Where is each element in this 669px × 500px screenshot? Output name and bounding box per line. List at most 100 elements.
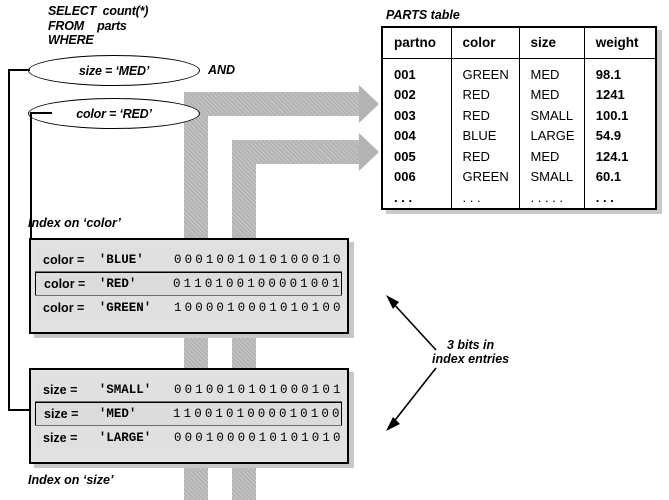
bit: 0 [290,431,299,445]
bit: 0 [184,253,193,267]
bit: 0 [289,277,298,291]
bit: 1 [311,301,320,315]
cell-weight: 124.1 [595,148,629,164]
bit: 0 [248,431,256,445]
bit: 0 [195,431,203,445]
bit: 0 [184,383,193,397]
bit: 0 [194,407,202,421]
bit: 1 [290,301,299,315]
bit: 0 [216,383,224,397]
bit: 1 [269,301,277,315]
bit: 0 [278,277,287,291]
table-row: 006 GREEN SMALL 60.1 [383,167,655,188]
cell-size: MED [519,146,585,168]
cell-partno: 001 [383,58,452,86]
bit: 0 [216,253,224,267]
cell-partno: 005 [383,146,452,168]
bit: 0 [174,253,182,267]
table-row: 005 RED MED 124.1 [383,146,655,168]
bit: 0 [237,431,246,445]
bit: 0 [258,383,267,397]
column-header-color: color [451,28,520,59]
color-index-entry: color = 'RED' 0 1 1 0 1 0 0 1 0 0 0 0 1 0 0 1 [35,272,342,296]
bit: 0 [237,301,246,315]
cell-weight: 1241 [595,87,625,103]
bit: 0 [184,301,193,315]
bit: 0 [321,277,329,291]
bit: 0 [301,253,309,267]
bit: 0 [301,383,309,397]
bit: 1 [322,431,330,445]
size-index-entry-key: size = [43,431,78,445]
parts-table: partno color size weight 001 GREEN MED 98.1… [383,28,655,208]
bit: 1 [310,407,319,421]
bit: 0 [311,253,320,267]
cell-partno: 003 [383,105,452,127]
color-index-entry: color = 'GREEN' 1 0 0 0 0 1 0 0 0 1 0 1 0 1 0 0 [35,296,342,320]
bit: 1 [173,407,181,421]
column-header-weight: weight [584,28,655,59]
bit: 0 [248,253,256,267]
color-index-entry-bitmap: 1000010001010100 [173,301,343,315]
bit: 1 [195,383,203,397]
bit: 0 [257,407,266,421]
color-index-entry-value: 'BLUE' [98,253,144,267]
bit: 1 [258,431,267,445]
cell-size: . . . . . [519,187,585,208]
bit: 1 [247,277,255,291]
bit: 0 [195,301,203,315]
bit: 0 [310,277,319,291]
bit: 1 [205,253,214,267]
cell-weight: 60.1 [595,169,622,185]
cell-color: BLUE [451,126,520,147]
cell-color: . . . [451,187,520,208]
bit: 0 [227,253,235,267]
condition-size-label: size = ‘MED’ [78,63,150,78]
size-index-entry-value: 'SMALL' [98,383,152,397]
cell-weight: 54.9 [595,128,622,144]
bit: 0 [278,407,287,421]
size-index-entry-value: 'MED' [98,407,137,421]
diagram-canvas: SELECT count(*) FROM parts WHERE size = … [0,0,669,500]
table-row: 004 BLUE LARGE 54.9 [383,126,655,147]
bit: 1 [279,253,288,267]
size-index-entry-bitmap: 0001000010101010 [173,431,343,445]
bit: 1 [322,253,330,267]
parts-table-caption: PARTS table [386,8,460,22]
column-header-size: size [519,28,585,59]
parts-table-container: partno color size weight 001 GREEN MED 98.1… [381,26,657,210]
color-index-box: color = 'BLUE' 0 0 0 1 0 0 1 0 1 0 1 0 0 0 1 0 color = 'RED… [29,238,349,334]
condition-color-ellipse[interactable]: color = ‘RED’ [28,98,200,129]
sql-query-text: SELECT count(*) FROM parts WHERE [48,4,149,47]
bit: 1 [194,277,202,291]
size-index-caption: Index on ‘size’ [28,473,114,487]
bit: 1 [331,277,340,291]
bit: 0 [301,301,309,315]
cell-color: RED [451,105,520,127]
cell-color: GREEN [451,167,520,188]
bit: 0 [322,301,330,315]
bit: 1 [269,383,277,397]
bit: 0 [300,407,308,421]
color-index-entry: color = 'BLUE' 0 0 0 1 0 0 1 0 1 0 1 0 0 0 1 0 [35,248,342,272]
bit: 0 [237,383,246,397]
size-index-entry: size = 'SMALL' 0 0 1 0 0 1 0 1 0 1 0 0 0 1 0 1 [35,378,342,402]
color-index-entry-bitmap: 0110100100001001 [172,277,342,291]
color-index-caption: Index on ‘color’ [28,216,121,230]
condition-size-ellipse[interactable]: size = ‘MED’ [28,55,200,86]
band-size-horizontal [184,92,359,116]
bit: 0 [174,431,182,445]
cell-size: SMALL [519,105,585,127]
color-index-entry-key: color = [44,277,86,291]
cell-weight: 100.1 [595,107,629,123]
connector-color-h-top [30,112,52,114]
condition-color-label: color = ‘RED’ [76,106,152,121]
bit: 0 [279,301,288,315]
connector-size-v [8,69,10,410]
bit: 0 [258,301,267,315]
parts-table-body: 001 GREEN MED 98.1 002 RED MED 1241 003 RED SMALL 1… [383,58,655,208]
band-size-arrowhead [359,85,379,123]
cell-weight: . . . [595,189,614,205]
cell-size: SMALL [519,167,585,188]
size-index-entry: size = 'MED' 1 1 0 0 1 0 1 0 0 0 0 1 0 1 0 0 [35,402,342,426]
